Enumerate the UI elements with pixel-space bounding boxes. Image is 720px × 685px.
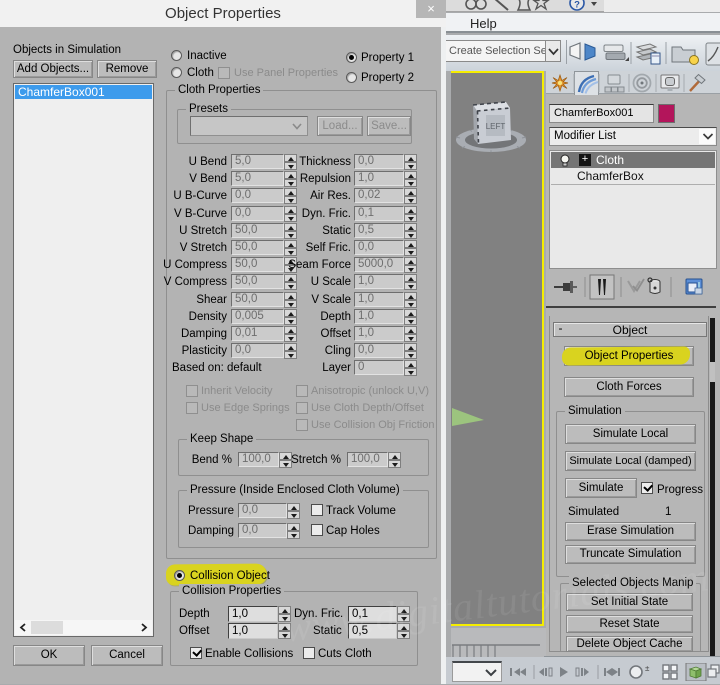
svg-text:?: ?	[574, 0, 580, 11]
svg-text:LEFT: LEFT	[486, 122, 506, 131]
svg-text:±: ±	[645, 664, 650, 673]
